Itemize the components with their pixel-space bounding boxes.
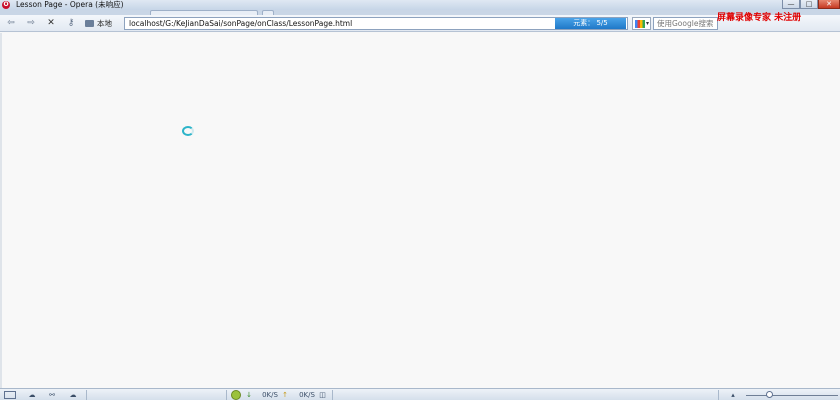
window-title: Lesson Page - Opera (未响应) — [16, 0, 124, 9]
address-input[interactable]: localhost/G:/KeJianDaSai/sonPage/onClass… — [124, 17, 628, 30]
panel-toggle-icon[interactable] — [4, 391, 16, 399]
minimize-button[interactable]: — — [782, 0, 800, 9]
loading-spinner-icon — [182, 126, 194, 136]
divider — [86, 390, 87, 400]
upload-speed: 0K/S — [299, 391, 315, 399]
forward-button[interactable]: ⇨ — [25, 18, 37, 29]
location-badge[interactable]: 本地 — [85, 18, 112, 29]
transfer-icon[interactable] — [231, 390, 241, 400]
maximize-button[interactable]: □ — [800, 0, 818, 9]
search-input[interactable]: 使用Google搜索 — [653, 17, 718, 30]
download-arrow-icon: ↓ — [246, 391, 252, 399]
zoom-slider-track[interactable] — [746, 395, 838, 396]
zoom-menu-icon[interactable]: ▴ — [729, 390, 737, 400]
network-icon[interactable]: ◫ — [318, 390, 327, 400]
title-bar[interactable]: O Lesson Page - Opera (未响应) — □ ✕ — [0, 0, 840, 10]
zoom-slider-thumb[interactable] — [765, 391, 773, 398]
divider — [718, 390, 719, 400]
opera-logo-icon[interactable]: O — [2, 1, 10, 9]
location-label: 本地 — [97, 19, 112, 28]
close-button[interactable]: ✕ — [818, 0, 840, 9]
share-icon[interactable]: ⚯ — [46, 390, 58, 400]
status-bar: ☁ ⚯ ☁ ↓ 0K/S ↑ 0K/S ◫ ▴ — [0, 388, 840, 400]
unite-icon[interactable]: ☁ — [67, 390, 79, 400]
page-content[interactable] — [0, 33, 840, 388]
recorder-watermark: 屏幕录像专家 未注册 — [717, 13, 802, 23]
computer-icon — [85, 20, 94, 27]
download-speed: 0K/S — [262, 391, 278, 399]
back-button[interactable]: ⇦ — [5, 18, 17, 29]
upload-arrow-icon: ↑ — [282, 391, 288, 399]
cloud-icon[interactable]: ☁ — [26, 390, 38, 400]
load-progress-bar: 元素： 5/5 — [555, 18, 626, 29]
stop-button[interactable]: ✕ — [45, 18, 57, 29]
divider — [332, 390, 333, 400]
navigation-toolbar: ⇦ ⇨ ✕ ⚷ 本地 localhost/G:/KeJianDaSai/sonP… — [0, 15, 840, 32]
search-engine-selector[interactable]: ▾ — [632, 17, 651, 30]
browser-window: O Lesson Page - Opera (未响应) — □ ✕ ⇦ ⇨ ✕ … — [0, 0, 840, 400]
divider — [226, 390, 227, 400]
key-icon[interactable]: ⚷ — [65, 18, 77, 29]
chevron-down-icon: ▾ — [645, 20, 649, 27]
google-icon — [635, 20, 645, 28]
